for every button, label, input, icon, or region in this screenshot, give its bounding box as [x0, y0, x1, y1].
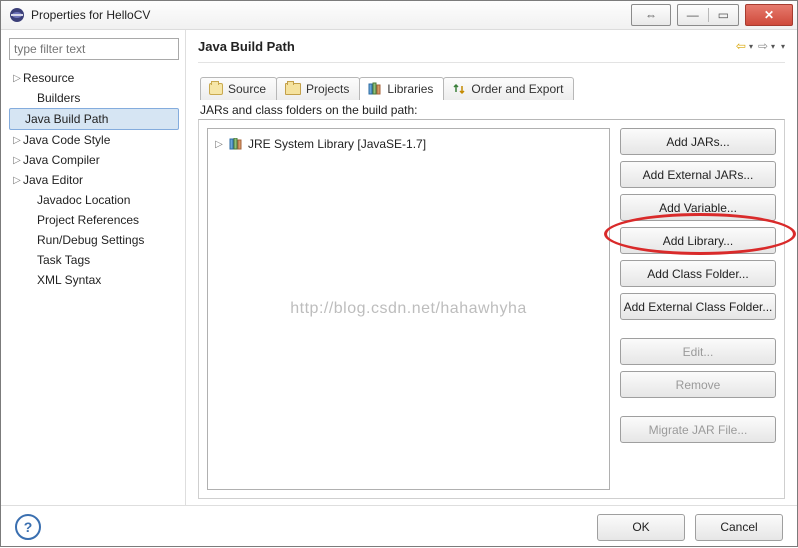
tree-item-java-build-path[interactable]: Java Build Path: [9, 108, 179, 130]
help-icon[interactable]: ?: [15, 514, 41, 540]
tab-bar: Source Projects Libraries Order and Expo…: [200, 73, 785, 99]
library-icon: [368, 82, 382, 96]
chevron-down-icon[interactable]: ▾: [781, 42, 785, 51]
library-icon: [229, 138, 243, 150]
build-path-description: JARs and class folders on the build path…: [200, 103, 785, 117]
remove-button[interactable]: Remove: [620, 371, 776, 398]
forward-icon[interactable]: ⇨: [755, 38, 771, 54]
order-icon: [452, 82, 466, 96]
category-tree: ▷Resource Builders Java Build Path ▷Java…: [9, 68, 179, 290]
ok-button[interactable]: OK: [597, 514, 685, 541]
window-title: Properties for HelloCV: [31, 8, 150, 22]
library-buttons: Add JARs... Add External JARs... Add Var…: [620, 128, 776, 490]
expand-icon: ▷: [11, 175, 23, 186]
expand-icon: ▷: [11, 135, 23, 146]
add-jars-button[interactable]: Add JARs...: [620, 128, 776, 155]
tree-item-java-compiler[interactable]: ▷Java Compiler: [9, 150, 179, 170]
chevron-down-icon[interactable]: ▾: [749, 42, 753, 51]
window-collapse-button[interactable]: ⇔: [631, 4, 671, 26]
expand-icon: ▷: [11, 155, 23, 166]
tree-item-resource[interactable]: ▷Resource: [9, 68, 179, 88]
folder-icon: [209, 83, 223, 95]
filter-input[interactable]: [9, 38, 179, 60]
add-external-jars-button[interactable]: Add External JARs...: [620, 161, 776, 188]
properties-dialog: Properties for HelloCV ⇔ ―▭ ✕ ▷Resource …: [0, 0, 798, 547]
tree-item-project-references[interactable]: Project References: [9, 210, 179, 230]
folder-icon: [285, 83, 301, 95]
tree-item-builders[interactable]: Builders: [9, 88, 179, 108]
nav-arrows: ⇦▾ ⇨▾ ▾: [733, 38, 785, 54]
eclipse-icon: [9, 7, 25, 23]
add-external-class-folder-button[interactable]: Add External Class Folder...: [620, 293, 776, 320]
cancel-button[interactable]: Cancel: [695, 514, 783, 541]
add-class-folder-button[interactable]: Add Class Folder...: [620, 260, 776, 287]
window-controls: ⇔ ―▭ ✕: [631, 4, 793, 26]
migrate-jar-button[interactable]: Migrate JAR File...: [620, 416, 776, 443]
page-heading: Java Build Path: [198, 39, 733, 54]
watermark-text: http://blog.csdn.net/hahawhyha: [290, 300, 527, 318]
window-close-button[interactable]: ✕: [745, 4, 793, 26]
tree-item-task-tags[interactable]: Task Tags: [9, 250, 179, 270]
library-item[interactable]: ▷ JRE System Library [JavaSE-1.7]: [214, 135, 603, 153]
edit-button[interactable]: Edit...: [620, 338, 776, 365]
libraries-content: ▷ JRE System Library [JavaSE-1.7] http:/…: [198, 119, 785, 499]
tab-projects[interactable]: Projects: [276, 77, 360, 100]
back-icon[interactable]: ⇦: [733, 38, 749, 54]
tree-item-java-editor[interactable]: ▷Java Editor: [9, 170, 179, 190]
maximize-icon: ▭: [709, 8, 739, 22]
category-sidebar: ▷Resource Builders Java Build Path ▷Java…: [1, 30, 186, 505]
dialog-footer: ? OK Cancel: [1, 505, 797, 548]
add-variable-button[interactable]: Add Variable...: [620, 194, 776, 221]
tab-libraries[interactable]: Libraries: [359, 77, 444, 100]
libraries-list[interactable]: ▷ JRE System Library [JavaSE-1.7] http:/…: [207, 128, 610, 490]
minimize-icon: ―: [678, 8, 709, 22]
expand-icon: ▷: [11, 73, 23, 84]
window-min-max-buttons[interactable]: ―▭: [677, 4, 739, 26]
library-item-label: JRE System Library [JavaSE-1.7]: [248, 137, 426, 151]
main-panel: Java Build Path ⇦▾ ⇨▾ ▾ Source Projects …: [186, 30, 797, 505]
tree-item-javadoc-location[interactable]: Javadoc Location: [9, 190, 179, 210]
title-bar: Properties for HelloCV ⇔ ―▭ ✕: [1, 1, 797, 30]
tree-item-java-code-style[interactable]: ▷Java Code Style: [9, 130, 179, 150]
add-library-button[interactable]: Add Library...: [620, 227, 776, 254]
tree-item-xml-syntax[interactable]: XML Syntax: [9, 270, 179, 290]
expand-icon: ▷: [214, 139, 224, 150]
tree-item-run-debug-settings[interactable]: Run/Debug Settings: [9, 230, 179, 250]
tab-order-export[interactable]: Order and Export: [443, 77, 574, 100]
chevron-down-icon[interactable]: ▾: [771, 42, 775, 51]
tab-source[interactable]: Source: [200, 77, 277, 100]
